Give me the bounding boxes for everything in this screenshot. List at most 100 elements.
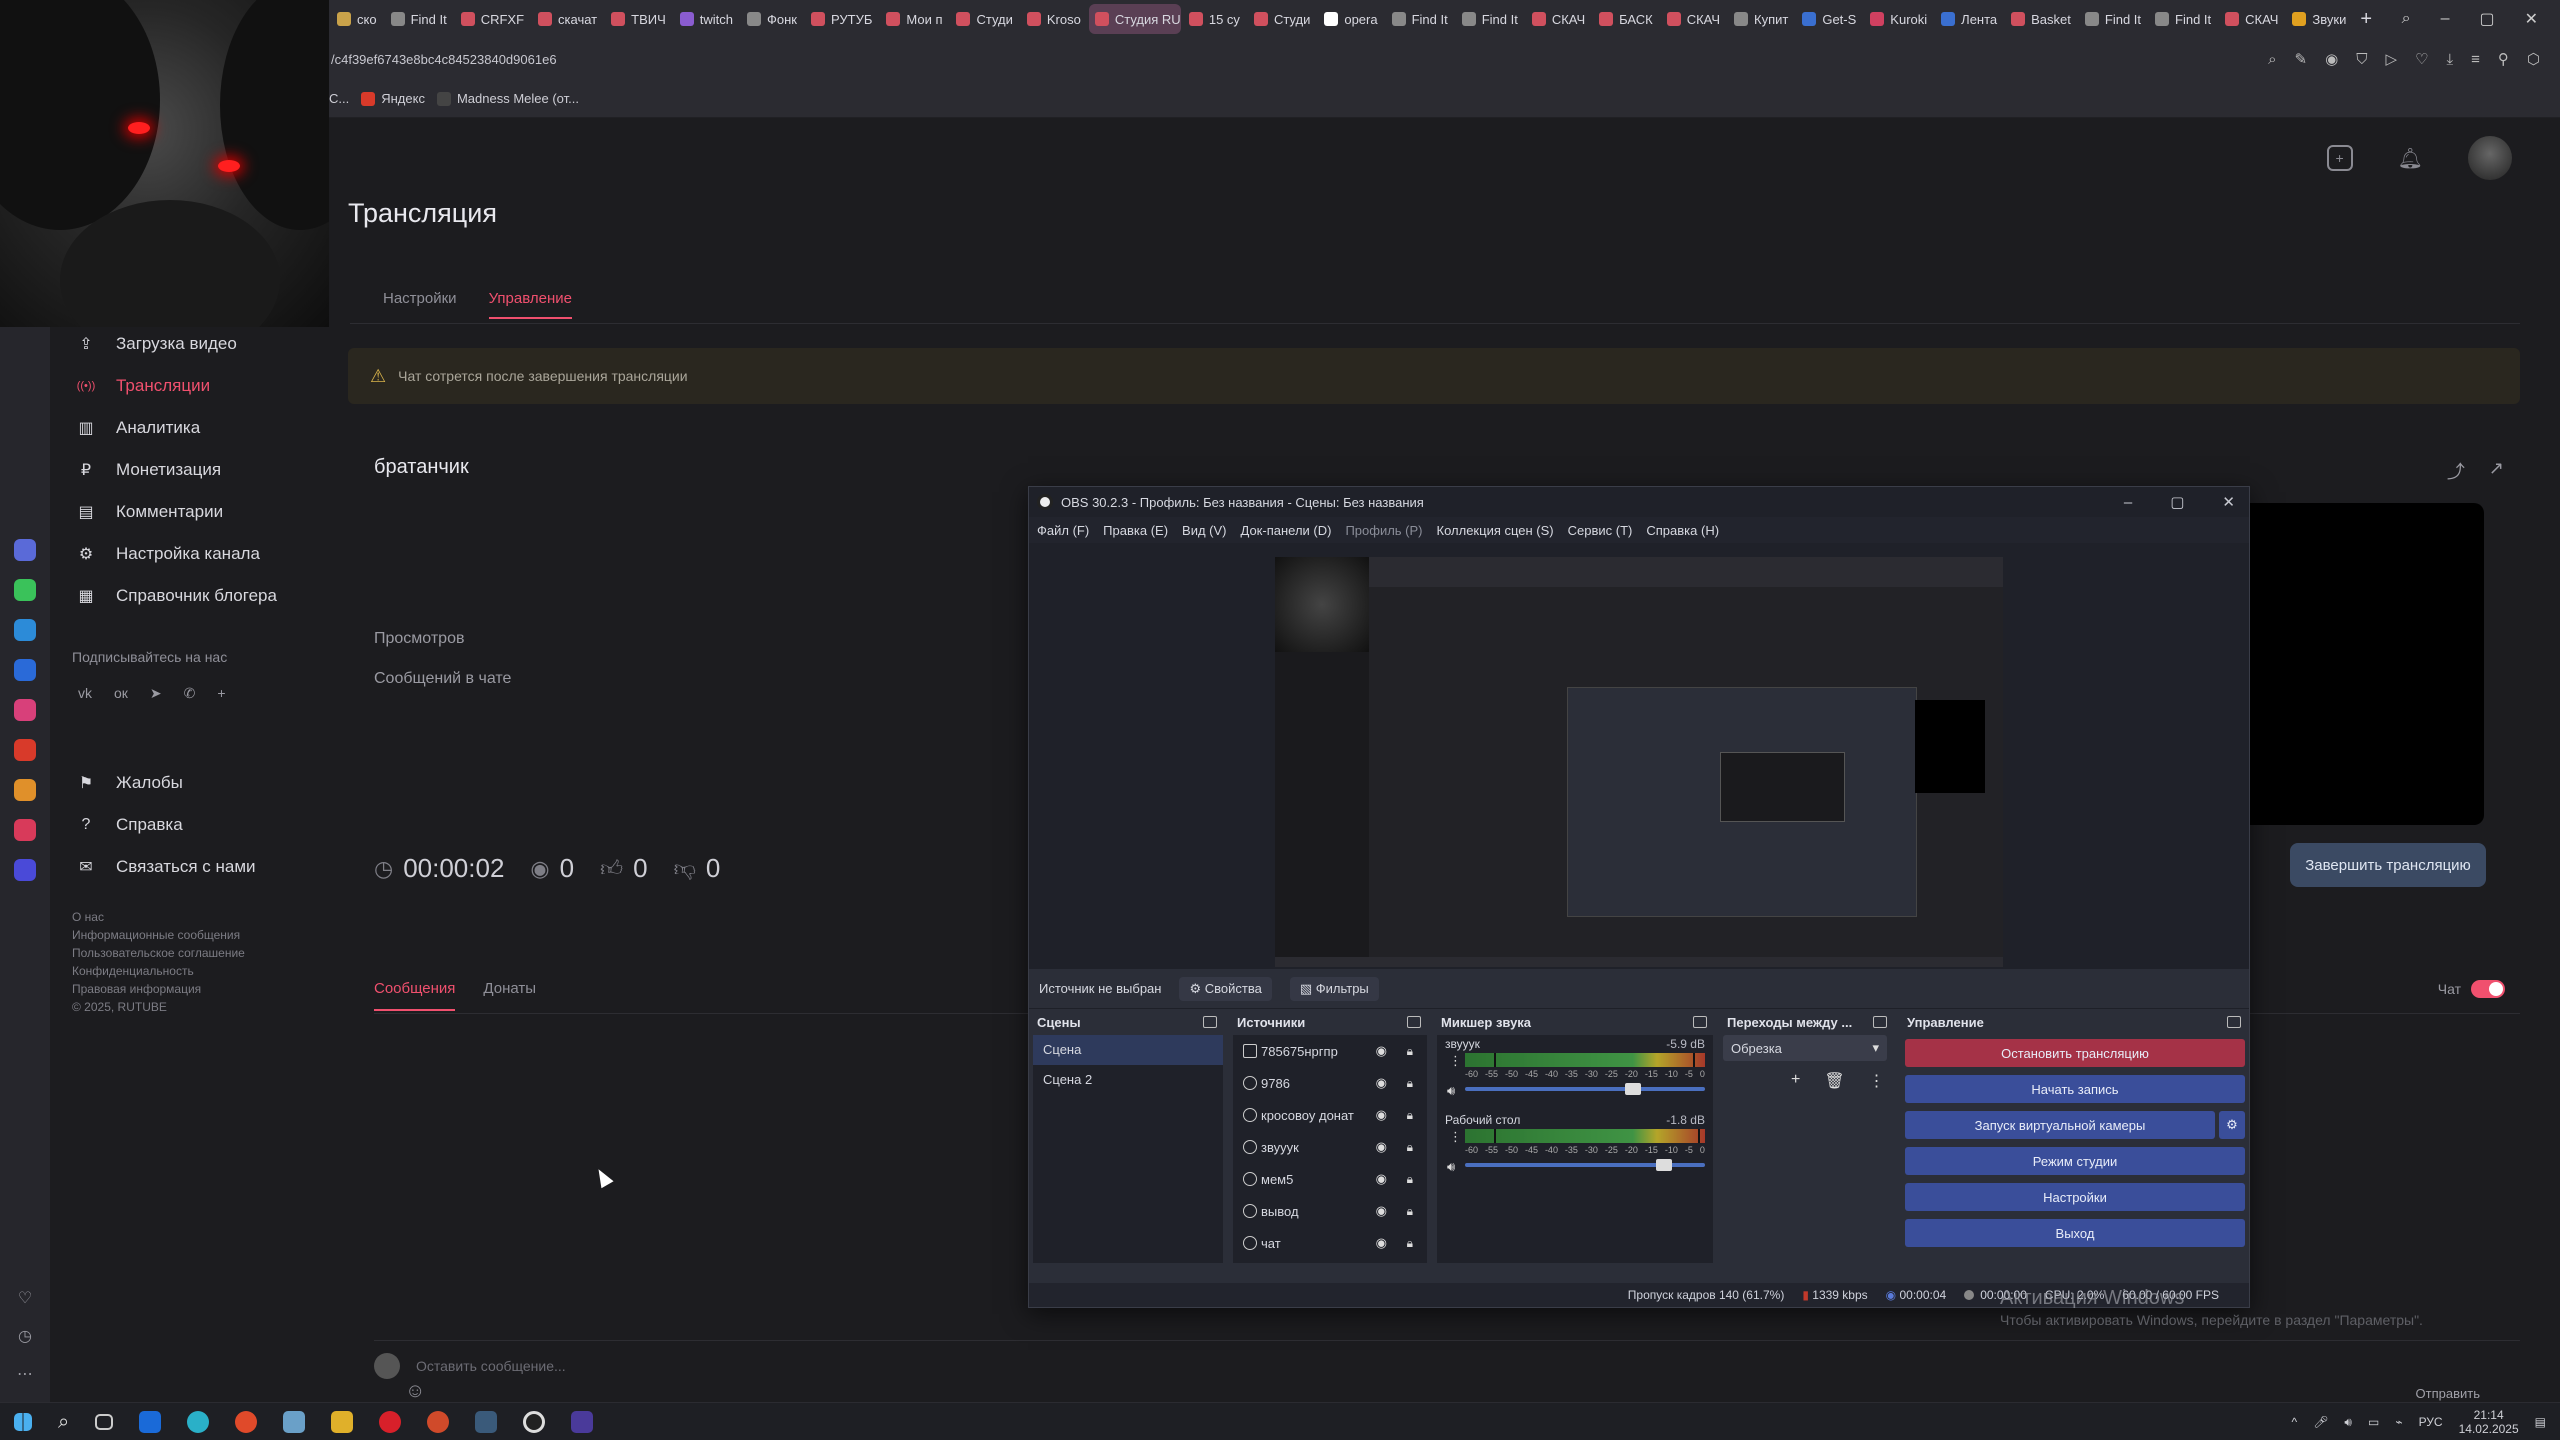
browser-tab[interactable]: Find It [2079, 4, 2147, 34]
browser-tab[interactable]: Студи [1248, 4, 1316, 34]
browser-tab[interactable]: Find It [1456, 4, 1524, 34]
notifications-icon[interactable]: ▤ [2535, 1415, 2546, 1429]
obs-menu-item[interactable]: Вид (V) [1182, 523, 1226, 538]
scene-item[interactable]: Сцена 2 [1033, 1065, 1223, 1095]
app-icon[interactable] [14, 819, 36, 841]
share-icon[interactable]: ⤴ [2447, 458, 2465, 484]
obs-menu-item[interactable]: Справка (H) [1646, 523, 1719, 538]
lock-icon[interactable]: 🔒︎ [1407, 1108, 1413, 1123]
popout-icon[interactable] [1693, 1016, 1707, 1028]
app-icon[interactable] [571, 1411, 594, 1433]
clock[interactable]: 21:14 14.02.2025 [2459, 1408, 2519, 1436]
browser-tab[interactable]: twitch [674, 4, 739, 34]
obs-menu-item[interactable]: Коллекция сцен (S) [1437, 523, 1554, 538]
volume-slider[interactable] [1465, 1083, 1705, 1095]
emoji-icon[interactable]: ☺ [405, 1380, 425, 1403]
more-icon[interactable]: ⋮ [1869, 1071, 1885, 1091]
more-icon[interactable]: ⋯ [17, 1364, 33, 1384]
opera-icon[interactable] [379, 1411, 402, 1433]
viber-icon[interactable]: ✆ [184, 685, 196, 702]
menu-icon[interactable]: ≡ [2471, 51, 2480, 68]
yandex-browser-icon[interactable] [235, 1411, 258, 1433]
avatar[interactable] [2468, 136, 2512, 180]
sidebar-item[interactable]: ▤ Комментарии [50, 491, 310, 533]
yandex-icon[interactable] [14, 739, 36, 761]
message-input[interactable]: Оставить сообщение... [416, 1358, 566, 1374]
tab-messages[interactable]: Сообщения [374, 980, 456, 1011]
app-icon[interactable] [475, 1411, 498, 1433]
chat-toggle[interactable]: Чат [2438, 980, 2505, 998]
lock-icon[interactable]: 🔒︎ [1407, 1204, 1413, 1219]
browser-tab[interactable]: Find It [1386, 4, 1454, 34]
close-icon[interactable]: ✕ [2222, 493, 2235, 511]
whatsapp-icon[interactable] [14, 579, 36, 601]
send-button[interactable]: Отправить [2416, 1386, 2480, 1401]
exit-button[interactable]: Выход [1905, 1219, 2245, 1247]
footer-link[interactable]: Пользовательское соглашение [72, 944, 310, 962]
edit-icon[interactable]: ✎ [2295, 50, 2308, 68]
source-item[interactable]: чат ◉ 🔒︎ [1233, 1227, 1427, 1259]
browser-tab[interactable]: скачат [532, 4, 603, 34]
transition-select[interactable]: Обрезка ▾ [1723, 1035, 1887, 1061]
lock-icon[interactable]: 🔒︎ [1407, 1140, 1413, 1155]
footer-link[interactable]: Информационные сообщения [72, 926, 310, 944]
sidebar-item[interactable]: ▦ Справочник блогера [50, 575, 310, 617]
obs-menu-item[interactable]: Сервис (T) [1568, 523, 1633, 538]
microphone-icon[interactable]: 🎤︎ [2313, 1415, 2328, 1429]
search-icon[interactable]: ⌕ [2268, 51, 2276, 68]
minimize-icon[interactable]: – [2441, 10, 2450, 28]
sidebar-item[interactable]: ⇪ Загрузка видео [50, 323, 310, 365]
close-icon[interactable]: ✕ [2525, 9, 2538, 29]
network-icon[interactable]: ⌁ [2395, 1415, 2402, 1429]
maximize-icon[interactable]: ▢ [2479, 9, 2494, 29]
media-player-icon[interactable] [427, 1411, 450, 1433]
tab-settings[interactable]: Настройки [383, 290, 457, 319]
lock-icon[interactable]: 🔒︎ [1407, 1076, 1413, 1091]
instagram-icon[interactable] [14, 699, 36, 721]
volume-slider-knob[interactable] [1625, 1083, 1641, 1095]
outlook-icon[interactable] [139, 1411, 162, 1433]
messenger-icon[interactable] [14, 619, 36, 641]
visibility-eye-icon[interactable]: ◉ [1376, 1107, 1387, 1123]
task-view-icon[interactable] [95, 1414, 114, 1430]
lock-icon[interactable]: 🔒︎ [1407, 1172, 1413, 1187]
browser-tab[interactable]: Find It [385, 4, 453, 34]
vk-icon[interactable]: vk [78, 685, 92, 702]
lock-icon[interactable]: 🔒︎ [1407, 1044, 1413, 1059]
visibility-eye-icon[interactable]: ◉ [1376, 1203, 1387, 1219]
new-tab-icon[interactable]: + [2360, 8, 2372, 31]
browser-tab[interactable]: СКАЧ [2219, 4, 2284, 34]
source-item[interactable]: вывод ◉ 🔒︎ [1233, 1195, 1427, 1227]
footer-link[interactable]: Правовая информация [72, 980, 310, 998]
play-icon[interactable]: ▷ [2385, 50, 2397, 68]
lock-icon[interactable]: 🔒︎ [1407, 1236, 1413, 1251]
sidebar-item[interactable]: ? Справка [50, 804, 310, 846]
source-item[interactable]: мем5 ◉ 🔒︎ [1233, 1163, 1427, 1195]
search-icon[interactable]: ⌕ [2402, 10, 2411, 28]
studio-mode-button[interactable]: Режим студии [1905, 1147, 2245, 1175]
source-item[interactable]: звууук ◉ 🔒︎ [1233, 1131, 1427, 1163]
scene-item[interactable]: Сцена [1033, 1035, 1223, 1065]
windows-start-icon[interactable] [14, 1413, 32, 1431]
heart-icon[interactable]: ♡ [18, 1288, 32, 1308]
visibility-eye-icon[interactable]: ◉ [1376, 1075, 1387, 1091]
browser-tab[interactable]: БАСК [1593, 4, 1659, 34]
edge-icon[interactable] [187, 1411, 210, 1433]
browser-tab[interactable]: СКАЧ [1526, 4, 1591, 34]
external-link-icon[interactable]: ↗ [2489, 458, 2504, 484]
add-icon[interactable]: + [2326, 145, 2353, 171]
more-icon[interactable]: ⋮ [1449, 1053, 1462, 1069]
browser-tab[interactable]: СКАЧ [1661, 4, 1726, 34]
visibility-eye-icon[interactable]: ◉ [1376, 1171, 1387, 1187]
chevron-up-icon[interactable]: ^ [2292, 1415, 2298, 1429]
tab-donations[interactable]: Донаты [483, 980, 536, 1011]
file-explorer-icon[interactable] [331, 1411, 354, 1433]
browser-tab[interactable]: Kuroki [1864, 4, 1933, 34]
footer-link[interactable]: Конфиденциальность [72, 962, 310, 980]
app-icon[interactable] [14, 859, 36, 881]
app-icon[interactable] [283, 1411, 306, 1433]
sidebar-item[interactable]: ✉ Связаться с нами [50, 846, 310, 888]
visibility-eye-icon[interactable]: ◉ [1376, 1139, 1387, 1155]
bookmark-item[interactable]: Яндекс [361, 91, 425, 106]
volume-slider[interactable] [1465, 1159, 1705, 1171]
